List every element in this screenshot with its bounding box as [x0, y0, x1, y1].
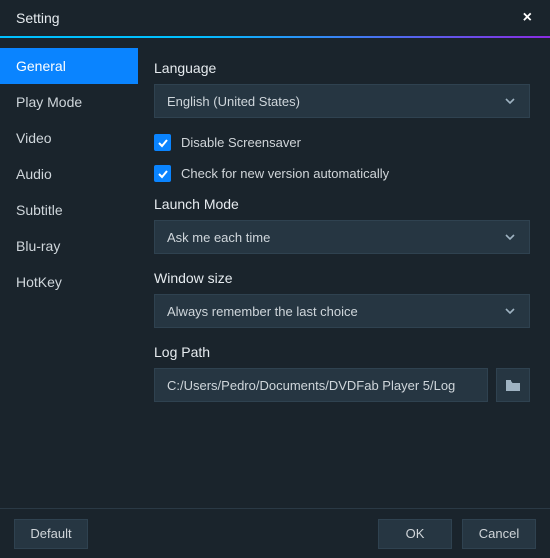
- disable-screensaver-checkbox[interactable]: [154, 134, 171, 151]
- language-label: Language: [154, 60, 530, 76]
- log-path-label: Log Path: [154, 344, 530, 360]
- disable-screensaver-label: Disable Screensaver: [181, 135, 301, 150]
- sidebar-item-label: HotKey: [16, 274, 62, 290]
- folder-icon: [505, 378, 521, 392]
- titlebar: Setting ×: [0, 0, 550, 36]
- chevron-down-icon: [503, 304, 517, 318]
- window-size-value: Always remember the last choice: [167, 304, 358, 319]
- sidebar-item-label: Video: [16, 130, 52, 146]
- sidebar: General Play Mode Video Audio Subtitle B…: [0, 38, 138, 508]
- launch-mode-select[interactable]: Ask me each time: [154, 220, 530, 254]
- sidebar-item-label: Play Mode: [16, 94, 82, 110]
- cancel-button-label: Cancel: [479, 526, 519, 541]
- check-update-checkbox[interactable]: [154, 165, 171, 182]
- sidebar-item-label: Blu-ray: [16, 238, 60, 254]
- sidebar-item-label: Subtitle: [16, 202, 63, 218]
- log-path-input[interactable]: C:/Users/Pedro/Documents/DVDFab Player 5…: [154, 368, 488, 402]
- main-panel: Language English (United States) Disable…: [138, 38, 550, 508]
- launch-mode-value: Ask me each time: [167, 230, 270, 245]
- sidebar-item-general[interactable]: General: [0, 48, 138, 84]
- chevron-down-icon: [503, 230, 517, 244]
- check-icon: [157, 137, 169, 149]
- sidebar-item-hotkey[interactable]: HotKey: [0, 264, 138, 300]
- sidebar-item-label: Audio: [16, 166, 52, 182]
- chevron-down-icon: [503, 94, 517, 108]
- sidebar-item-play-mode[interactable]: Play Mode: [0, 84, 138, 120]
- window-title: Setting: [16, 10, 60, 26]
- language-value: English (United States): [167, 94, 300, 109]
- sidebar-item-subtitle[interactable]: Subtitle: [0, 192, 138, 228]
- log-path-value: C:/Users/Pedro/Documents/DVDFab Player 5…: [167, 378, 455, 393]
- window-size-select[interactable]: Always remember the last choice: [154, 294, 530, 328]
- default-button[interactable]: Default: [14, 519, 88, 549]
- language-select[interactable]: English (United States): [154, 84, 530, 118]
- sidebar-item-bluray[interactable]: Blu-ray: [0, 228, 138, 264]
- ok-button[interactable]: OK: [378, 519, 452, 549]
- sidebar-item-audio[interactable]: Audio: [0, 156, 138, 192]
- cancel-button[interactable]: Cancel: [462, 519, 536, 549]
- check-update-label: Check for new version automatically: [181, 166, 389, 181]
- default-button-label: Default: [30, 526, 71, 541]
- sidebar-item-video[interactable]: Video: [0, 120, 138, 156]
- ok-button-label: OK: [406, 526, 425, 541]
- close-icon[interactable]: ×: [517, 5, 538, 31]
- window-size-label: Window size: [154, 270, 530, 286]
- footer: Default OK Cancel: [0, 508, 550, 558]
- browse-button[interactable]: [496, 368, 530, 402]
- check-icon: [157, 168, 169, 180]
- launch-mode-label: Launch Mode: [154, 196, 530, 212]
- sidebar-item-label: General: [16, 58, 66, 74]
